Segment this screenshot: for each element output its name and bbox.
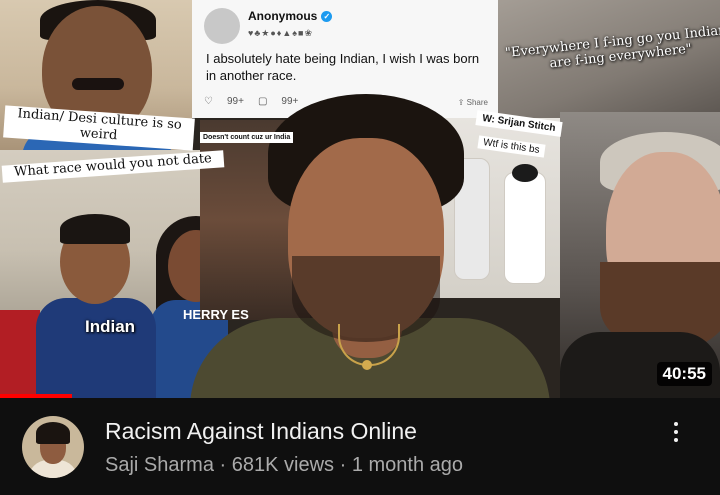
caption-herry: HERRY ES: [183, 307, 249, 322]
tweet-author-name: Anonymous: [248, 9, 318, 23]
video-thumbnail[interactable]: Anonymous ✓ ♥♣★●♦▲♠■❀ I absolutely hate …: [0, 0, 720, 398]
tweet-avatar: [204, 8, 240, 44]
caption-indian-tag: Indian: [85, 317, 136, 336]
more-vert-icon[interactable]: [664, 414, 688, 450]
pendant-icon: [362, 360, 372, 370]
boy-hair: [60, 214, 130, 244]
red-jacket: [0, 310, 40, 398]
separator: ·: [339, 454, 347, 476]
tweet-author: Anonymous ✓: [248, 9, 333, 23]
tweet-text: I absolutely hate being Indian, I wish I…: [206, 51, 480, 83]
tweet-emoji-row: ♥♣★●♦▲♠■❀: [248, 28, 314, 38]
duration-badge: 40:55: [656, 362, 712, 386]
video-subline: Saji Sharma · 681K views · 1 month ago: [105, 454, 463, 477]
collage-panel-right-man: [560, 112, 720, 398]
dot: [674, 430, 678, 434]
boy-body: [36, 298, 156, 398]
dot: [674, 422, 678, 426]
caption-dont-count: Doesn't count cuz ur India: [200, 132, 294, 143]
person-mustache: [72, 78, 124, 90]
avatar-hair: [36, 422, 70, 444]
separator: ·: [219, 454, 227, 476]
video-title[interactable]: Racism Against Indians Online: [105, 418, 417, 445]
video-meta: Racism Against Indians Online Saji Sharm…: [0, 398, 720, 495]
channel-name[interactable]: Saji Sharma: [105, 454, 214, 476]
channel-avatar[interactable]: [22, 416, 84, 478]
view-count: 681K views: [231, 454, 335, 476]
dot: [674, 438, 678, 442]
verified-icon: ✓: [321, 10, 333, 22]
upload-age: 1 month ago: [351, 454, 464, 476]
